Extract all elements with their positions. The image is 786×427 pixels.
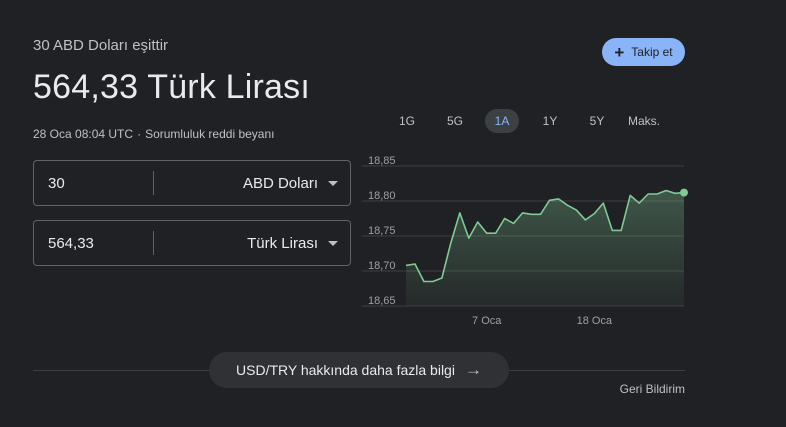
to-currency-select[interactable]: Türk Lirası (154, 235, 328, 252)
from-amount-input[interactable]: 30 (34, 175, 153, 192)
follow-label: Takip et (631, 45, 673, 59)
arrow-right-icon: → (464, 360, 482, 379)
timestamp-line: 28 Oca 08:04 UTC · Sorumluluk reddi beyanı (33, 127, 274, 141)
last-value-dot (680, 188, 688, 197)
from-currency-row: 30 ABD Doları (33, 160, 351, 206)
tab-max[interactable]: Maks. (624, 109, 664, 133)
x-tick-label: 7 Oca (472, 315, 502, 327)
tab-1a[interactable]: 1A (485, 109, 519, 133)
feedback-link[interactable]: Geri Bildirim (620, 382, 685, 396)
follow-button[interactable]: + Takip et (602, 38, 685, 66)
y-tick-label: 18,80 (368, 190, 396, 202)
from-currency-select[interactable]: ABD Doları (154, 175, 328, 192)
tab-5g[interactable]: 5G (440, 109, 470, 133)
to-currency-row: 564,33 Türk Lirası (33, 220, 351, 266)
tab-5y[interactable]: 5Y (582, 109, 612, 133)
x-tick-label: 18 Oca (577, 315, 613, 327)
chevron-down-icon[interactable] (328, 240, 338, 246)
disclaimer-link[interactable]: Sorumluluk reddi beyanı (145, 127, 274, 141)
exchange-rate-chart[interactable]: 18,85 18,80 18,75 18,70 18,65 7 Oca 18 Oca (362, 152, 692, 332)
tab-1g[interactable]: 1G (392, 109, 422, 133)
more-info-label: USD/TRY hakkında daha fazla bilgi (236, 362, 455, 378)
equals-label: 30 ABD Doları eşittir (33, 37, 169, 54)
y-tick-label: 18,70 (368, 260, 396, 272)
plus-icon: + (614, 42, 625, 62)
cropped-header-fragment (84, 0, 154, 2)
timestamp: 28 Oca 08:04 UTC (33, 127, 134, 141)
y-tick-label: 18,85 (368, 155, 396, 167)
y-tick-label: 18,65 (368, 295, 396, 307)
chevron-down-icon[interactable] (328, 180, 338, 186)
y-tick-label: 18,75 (368, 225, 396, 237)
conversion-result: 564,33 Türk Lirası (33, 68, 311, 106)
tab-1y[interactable]: 1Y (535, 109, 565, 133)
more-info-button[interactable]: USD/TRY hakkında daha fazla bilgi → (209, 352, 509, 388)
to-amount-input[interactable]: 564,33 (34, 235, 153, 252)
separator: · (137, 127, 142, 141)
